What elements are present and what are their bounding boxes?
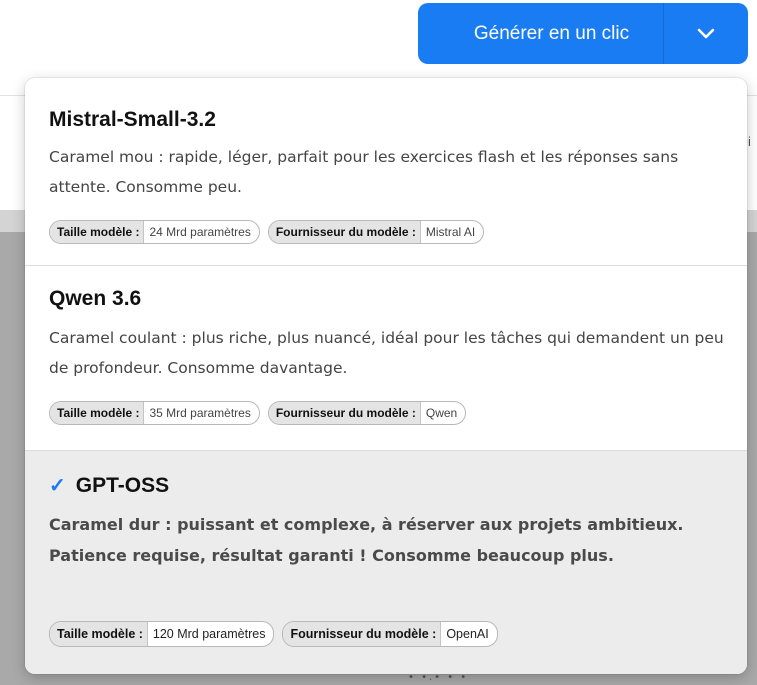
model-option-tags: Taille modèle : 35 Mrd paramètres Fourni…	[49, 401, 467, 425]
model-provider-tag: Fournisseur du modèle : Qwen	[267, 401, 467, 425]
model-option-description: Caramel dur : puissant et complexe, à ré…	[49, 515, 684, 565]
tag-key: Taille modèle :	[50, 221, 145, 243]
tag-key: Fournisseur du modèle :	[283, 622, 442, 646]
model-option-mistral[interactable]: Mistral-Small-3.2 Caramel mou : rapide, …	[25, 78, 747, 265]
tag-value: Mistral AI	[425, 225, 476, 239]
tag-value: 120 Mrd paramètres	[152, 627, 266, 641]
model-dropdown-toggle[interactable]	[664, 3, 748, 64]
generate-split-button: Générer en un clic	[418, 3, 748, 64]
model-dropdown-menu: Mistral-Small-3.2 Caramel mou : rapide, …	[25, 78, 747, 674]
model-size-tag: Taille modèle : 24 Mrd paramètres	[49, 220, 260, 244]
tag-value: OpenAI	[446, 627, 489, 641]
tag-key: Taille modèle :	[50, 402, 145, 424]
model-option-description: Caramel coulant : plus riche, plus nuanc…	[49, 329, 724, 377]
tag-value: Qwen	[425, 406, 458, 420]
model-provider-tag: Fournisseur du modèle : Mistral AI	[267, 220, 485, 244]
model-provider-tag: Fournisseur du modèle : OpenAI	[282, 621, 498, 647]
tag-value: 35 Mrd paramètres	[149, 406, 251, 420]
checkmark-icon: ✓	[49, 475, 66, 497]
background-edge-text: i	[748, 134, 751, 149]
chevron-down-icon	[697, 28, 715, 38]
model-option-title-row: ✓ GPT-OSS	[49, 473, 169, 498]
tag-key: Fournisseur du modèle :	[268, 221, 421, 243]
model-option-title: GPT-OSS	[75, 474, 170, 497]
tag-key: Taille modèle :	[50, 622, 148, 646]
model-size-tag: Taille modèle : 120 Mrd paramètres	[49, 621, 275, 647]
model-option-title: Mistral-Small-3.2	[49, 108, 216, 131]
model-size-tag: Taille modèle : 35 Mrd paramètres	[49, 401, 260, 425]
model-option-description: Caramel mou : rapide, léger, parfait pou…	[49, 148, 679, 196]
model-option-title: Qwen 3.6	[49, 287, 142, 310]
model-option-tags: Taille modèle : 24 Mrd paramètres Fourni…	[49, 220, 485, 244]
tag-value: 24 Mrd paramètres	[149, 225, 251, 239]
model-option-gpt-oss[interactable]: ✓ GPT-OSS Caramel dur : puissant et compl…	[25, 450, 747, 674]
model-option-tags: Taille modèle : 120 Mrd paramètres Fourn…	[49, 621, 498, 647]
model-option-qwen[interactable]: Qwen 3.6 Caramel coulant : plus riche, p…	[25, 265, 747, 450]
generate-button[interactable]: Générer en un clic	[418, 3, 663, 64]
tag-key: Fournisseur du modèle :	[268, 402, 421, 424]
